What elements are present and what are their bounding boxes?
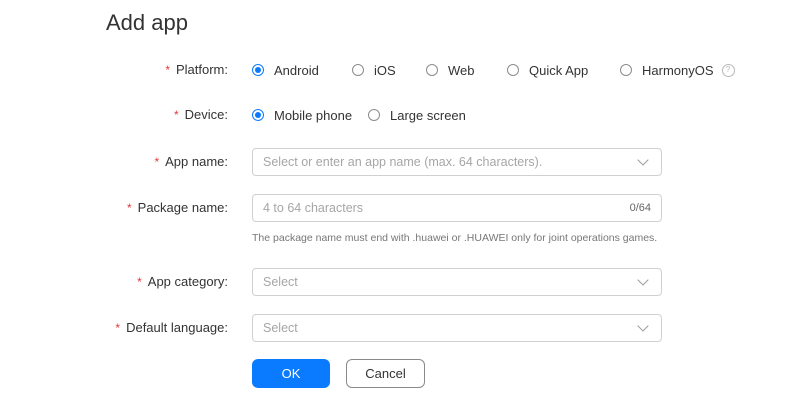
- platform-option-label: Android: [274, 62, 319, 78]
- device-label-text: Device:: [184, 107, 228, 122]
- device-label: * Device:: [174, 107, 228, 123]
- cancel-button[interactable]: Cancel: [346, 359, 425, 388]
- device-option-label: Large screen: [390, 107, 466, 123]
- device-option-label: Mobile phone: [274, 107, 353, 123]
- required-mark: *: [165, 63, 170, 77]
- platform-option-label: Quick App: [529, 62, 589, 78]
- default-language-label-text: Default language:: [126, 320, 228, 335]
- page-title: Add app: [106, 10, 188, 35]
- chevron-down-icon[interactable]: [637, 320, 649, 332]
- required-mark: *: [126, 201, 132, 215]
- default-language-placeholder: Select: [263, 321, 298, 335]
- radio-unchecked-icon[interactable]: [507, 64, 519, 76]
- required-mark: *: [115, 321, 121, 335]
- required-mark: *: [137, 275, 142, 289]
- package-name-placeholder: 4 to 64 characters: [263, 201, 364, 215]
- app-name-placeholder: Select or enter an app name (max. 64 cha…: [263, 155, 543, 169]
- default-language-select[interactable]: Select: [252, 314, 662, 342]
- platform-radio-quick-app[interactable]: Quick App: [507, 62, 588, 78]
- package-name-label: * Package name:: [127, 200, 228, 216]
- package-name-hint: The package name must end with .huawei o…: [252, 232, 658, 244]
- app-name-label-text: App name:: [165, 154, 228, 169]
- app-category-label-text: App category:: [147, 274, 228, 289]
- app-category-select[interactable]: Select: [252, 268, 662, 296]
- radio-unchecked-icon[interactable]: [620, 64, 632, 76]
- chevron-down-icon[interactable]: [637, 154, 649, 166]
- radio-unchecked-icon[interactable]: [352, 64, 364, 76]
- radio-unchecked-icon[interactable]: [368, 109, 380, 121]
- platform-option-label: HarmonyOS: [642, 62, 714, 78]
- question-icon[interactable]: ?: [721, 63, 735, 77]
- radio-checked-icon[interactable]: [252, 64, 264, 76]
- package-name-input[interactable]: 4 to 64 characters 0/64: [252, 194, 662, 222]
- ok-button[interactable]: OK: [252, 359, 330, 388]
- app-category-placeholder: Select: [263, 275, 298, 289]
- platform-label: * Platform:: [165, 62, 228, 78]
- radio-unchecked-icon[interactable]: [426, 64, 438, 76]
- platform-option-label: iOS: [374, 62, 396, 78]
- app-name-label: * App name:: [154, 154, 228, 170]
- platform-radio-web[interactable]: Web: [426, 62, 475, 78]
- device-radio-mobile-phone[interactable]: Mobile phone: [252, 107, 352, 123]
- platform-radio-android[interactable]: Android: [252, 62, 319, 78]
- package-name-label-text: Package name:: [137, 200, 228, 215]
- chevron-down-icon[interactable]: [637, 274, 649, 286]
- platform-label-text: Platform:: [175, 62, 228, 77]
- platform-radio-ios[interactable]: iOS: [352, 62, 396, 78]
- default-language-label: * Default language:: [115, 320, 228, 336]
- required-mark: *: [173, 108, 179, 122]
- app-name-combobox[interactable]: Select or enter an app name (max. 64 cha…: [252, 148, 662, 176]
- character-counter: 0/64: [629, 202, 651, 214]
- app-category-label: * App category:: [137, 274, 228, 290]
- platform-option-label: Web: [448, 62, 475, 78]
- platform-radio-harmonyos[interactable]: HarmonyOS ?: [620, 62, 735, 78]
- device-radio-large-screen[interactable]: Large screen: [368, 107, 466, 123]
- radio-checked-icon[interactable]: [252, 109, 264, 121]
- required-mark: *: [154, 155, 160, 169]
